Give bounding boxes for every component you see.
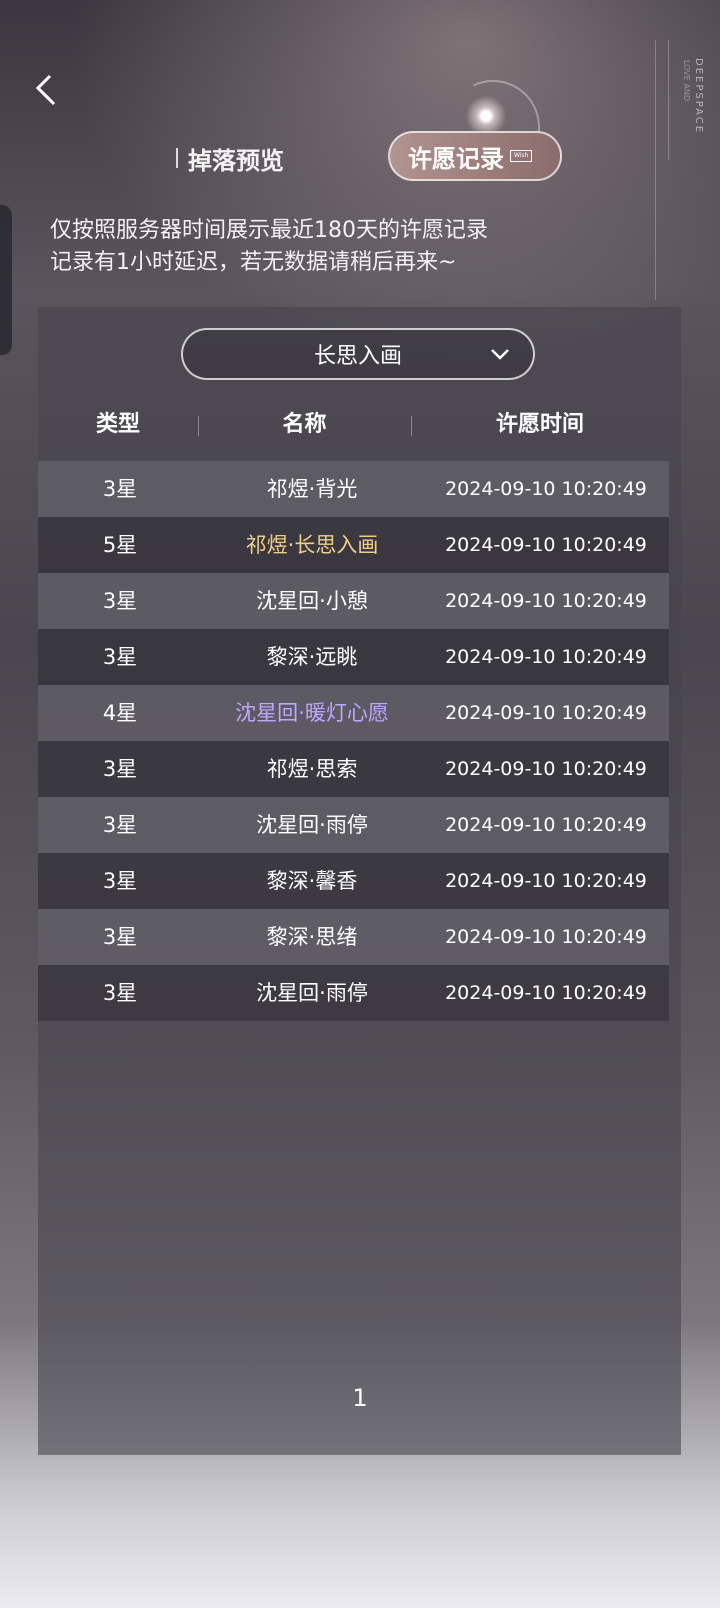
row-time: 2024-09-10 10:20:49 (445, 758, 647, 780)
row-name: 黎深·思绪 (266, 925, 358, 949)
row-name: 祁煜·长思入画 (245, 533, 379, 557)
row-time: 2024-09-10 10:20:49 (445, 590, 647, 612)
table-row: 4星 沈星回·暖灯心愿 2024-09-10 10:20:49 (38, 685, 669, 741)
table-header: 类型 名称 许愿时间 (38, 404, 681, 446)
table-row: 5星 祁煜·长思入画 2024-09-10 10:20:49 (38, 517, 669, 573)
row-time: 2024-09-10 10:20:49 (445, 478, 647, 500)
table-row: 3星 祁煜·背光 2024-09-10 10:20:49 (38, 461, 669, 517)
row-name: 沈星回·雨停 (256, 813, 368, 837)
row-time: 2024-09-10 10:20:49 (445, 702, 647, 724)
row-type: 3星 (102, 645, 138, 669)
tab-label: 掉落预览 (188, 146, 284, 175)
row-type: 3星 (102, 813, 138, 837)
row-type: 3星 (102, 589, 138, 613)
row-time: 2024-09-10 10:20:49 (445, 926, 647, 948)
table-row: 3星 黎深·思绪 2024-09-10 10:20:49 (38, 909, 669, 965)
decor-line (655, 40, 656, 300)
brand-sub-text: LOVE AND (682, 60, 691, 102)
decor-line (668, 40, 669, 160)
page-number[interactable]: 1 (340, 1384, 380, 1412)
header-name: 名称 (282, 412, 327, 437)
brand-logo-text: DEEPSPACE (693, 58, 704, 135)
row-name: 祁煜·思索 (266, 757, 358, 781)
records-table: 3星 祁煜·背光 2024-09-10 10:20:49 5星 祁煜·长思入画 … (38, 461, 669, 1021)
row-time: 2024-09-10 10:20:49 (445, 982, 647, 1004)
row-type: 4星 (102, 701, 138, 725)
tab-wish-record[interactable]: 许愿记录 Wish (388, 131, 562, 181)
pool-select-value: 长思入画 (313, 344, 402, 369)
pool-select[interactable]: 长思入画 (181, 328, 535, 380)
header-type: 类型 (95, 412, 140, 437)
notice-line-1: 仅按照服务器时间展示最近180天的许愿记录 (50, 218, 488, 243)
row-time: 2024-09-10 10:20:49 (445, 534, 647, 556)
row-name: 黎深·远眺 (266, 645, 358, 669)
tab-drop-preview[interactable]: 掉落预览 (176, 140, 284, 176)
row-name: 沈星回·雨停 (256, 981, 368, 1005)
table-row: 3星 沈星回·雨停 2024-09-10 10:20:49 (38, 797, 669, 853)
row-type: 3星 (102, 477, 138, 501)
back-button[interactable] (30, 70, 64, 112)
back-arrow-icon (35, 74, 56, 106)
notice-text: 仅按照服务器时间展示最近180天的许愿记录 记录有1小时延迟，若无数据请稍后再来… (50, 215, 488, 279)
table-row: 3星 黎深·馨香 2024-09-10 10:20:49 (38, 853, 669, 909)
side-handle[interactable] (0, 205, 12, 355)
tab-label: 许愿记录 (408, 144, 504, 173)
row-name: 沈星回·小憩 (256, 589, 368, 613)
row-name: 祁煜·背光 (266, 477, 358, 501)
row-time: 2024-09-10 10:20:49 (445, 646, 647, 668)
row-name: 沈星回·暖灯心愿 (235, 701, 389, 725)
chevron-down-icon (491, 349, 509, 360)
row-name: 黎深·馨香 (266, 869, 358, 893)
header-time: 许愿时间 (495, 412, 584, 437)
tab-divider (176, 148, 178, 168)
table-row: 3星 祁煜·思索 2024-09-10 10:20:49 (38, 741, 669, 797)
row-time: 2024-09-10 10:20:49 (445, 814, 647, 836)
row-type: 5星 (102, 533, 138, 557)
tab-tag: Wish (510, 150, 533, 162)
table-row: 3星 沈星回·雨停 2024-09-10 10:20:49 (38, 965, 669, 1021)
row-type: 3星 (102, 757, 138, 781)
row-type: 3星 (102, 869, 138, 893)
table-row: 3星 沈星回·小憩 2024-09-10 10:20:49 (38, 573, 669, 629)
table-row: 3星 黎深·远眺 2024-09-10 10:20:49 (38, 629, 669, 685)
notice-line-2: 记录有1小时延迟，若无数据请稍后再来~ (50, 250, 457, 275)
row-type: 3星 (102, 925, 138, 949)
row-type: 3星 (102, 981, 138, 1005)
row-time: 2024-09-10 10:20:49 (445, 870, 647, 892)
